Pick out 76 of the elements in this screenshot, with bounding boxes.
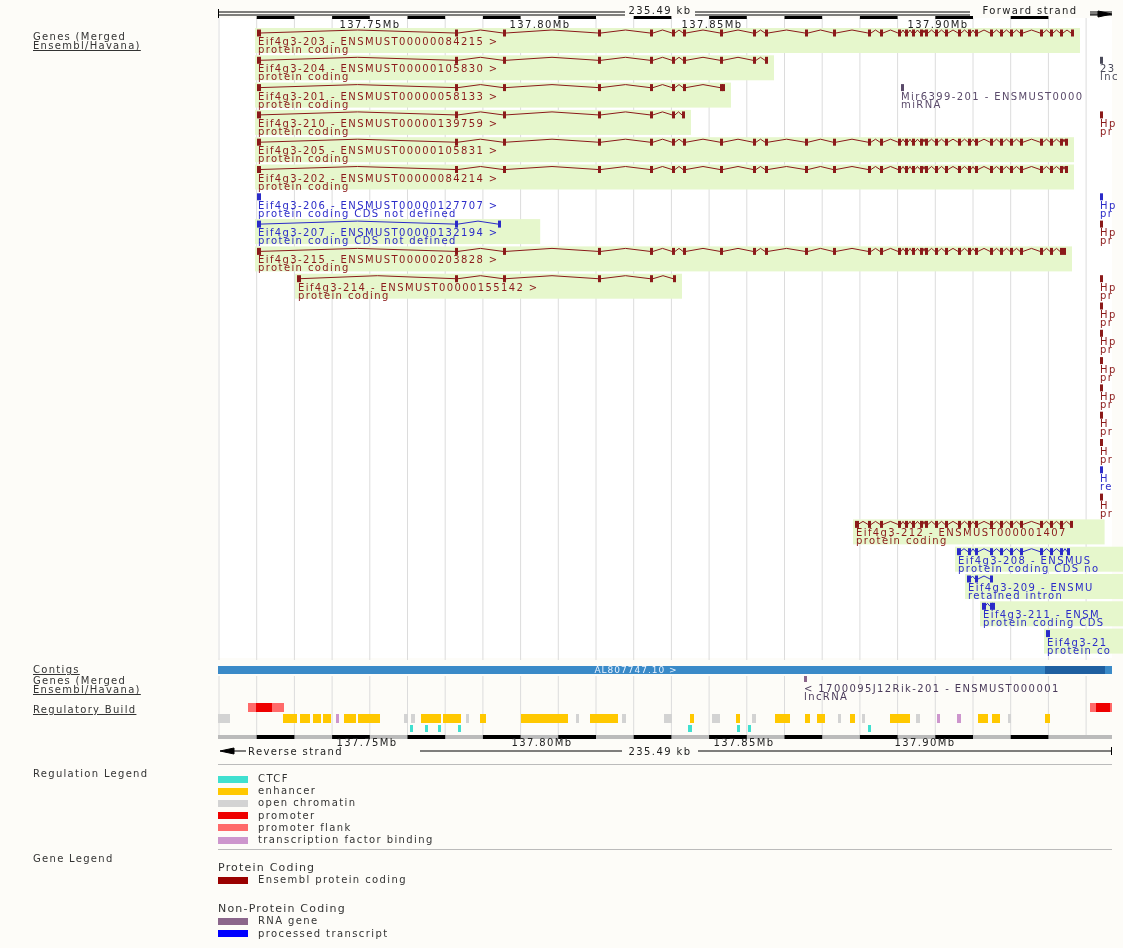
forward-arrow-icon — [1089, 10, 1113, 18]
exon-mark-icon[interactable] — [1100, 111, 1103, 119]
transcript-biotype: protein coding CDS not defined — [258, 235, 457, 247]
regulatory-features-drawing[interactable] — [218, 703, 1112, 732]
exon-mark-icon[interactable] — [1100, 220, 1103, 228]
transcript-name[interactable]: Eif4g3-21 — [1047, 636, 1108, 648]
transcript-structure-drawing[interactable] — [257, 220, 501, 228]
legend-title: Gene Legend — [32, 852, 115, 867]
transcript-structure-drawing[interactable] — [257, 166, 1068, 173]
exon-mark-icon[interactable] — [1100, 384, 1103, 392]
scale-length: 235.49 kb — [628, 746, 692, 757]
scale-tick-label: 137.75Mb — [339, 19, 401, 30]
transcript-structure-drawing[interactable] — [982, 602, 995, 610]
transcript-structure-drawing[interactable] — [257, 29, 1074, 37]
legend-group-title: Protein Coding — [218, 860, 317, 875]
legend-label: enhancer — [258, 785, 317, 798]
transcript-structure-drawing[interactable] — [257, 138, 1068, 146]
legend-label: promoter — [258, 809, 316, 822]
transcript-biotype: protein coding — [258, 44, 350, 55]
exon-mark-icon[interactable] — [1100, 275, 1103, 283]
transcript-structure-drawing[interactable] — [957, 548, 1070, 556]
gene-name[interactable]: H — [1100, 445, 1109, 457]
legend-group-title: Non-Protein Coding — [218, 901, 347, 916]
gene-name[interactable]: H — [1100, 472, 1109, 484]
transcript-biotype: protein coding — [258, 71, 350, 83]
scale-tick-label: 137.90Mb — [894, 737, 956, 748]
exon-mark-icon[interactable] — [1100, 411, 1103, 419]
transcript-structure-drawing[interactable] — [1046, 630, 1050, 638]
gene-biotype: lncRNA — [804, 691, 849, 702]
legend-label: transcription factor binding — [258, 834, 434, 847]
contig-name: AL807747.10 > — [594, 665, 678, 675]
legend-label: CTCF — [258, 773, 289, 786]
scale-tick-label: 137.85Mb — [681, 19, 743, 30]
gene-biotype: lnc — [1100, 71, 1119, 83]
exon-mark-icon[interactable] — [1100, 56, 1103, 64]
legend-label: promoter flank — [258, 821, 352, 834]
exon-mark-icon[interactable] — [1100, 302, 1103, 310]
scale-length: 235.49 kb — [628, 5, 692, 16]
scale-tick-label: 137.90Mb — [907, 19, 969, 30]
exon-mark-icon[interactable] — [1100, 357, 1103, 365]
transcript-structure-drawing[interactable] — [257, 111, 685, 119]
transcript-structure-drawing[interactable] — [257, 193, 261, 201]
exon-mark-icon[interactable] — [1100, 329, 1103, 337]
exon-mark-icon[interactable] — [1100, 466, 1103, 474]
transcript-biotype: protein coding — [258, 153, 350, 165]
transcript-biotype: protein coding — [258, 262, 350, 274]
transcript-structure-drawing[interactable] — [855, 520, 1073, 528]
legend-title: Regulation Legend — [32, 767, 150, 781]
scale-tick-label: 137.80Mb — [511, 737, 573, 748]
strand-label: Reverse strand — [248, 746, 344, 757]
legend-label: Ensembl protein coding — [258, 874, 408, 887]
transcript-structure-drawing[interactable] — [967, 575, 993, 583]
strand-label: Forward strand — [982, 5, 1078, 16]
contig-bar[interactable] — [218, 666, 1112, 674]
transcript-structure-drawing[interactable] — [257, 56, 768, 64]
legend-label: RNA gene — [258, 915, 319, 928]
transcript-structure-drawing[interactable] — [297, 275, 676, 283]
transcript-biotype: protein coding CDS — [983, 617, 1105, 629]
gene-name[interactable]: < 1700095J12Rik-201 - ENSMUST000001 — [804, 683, 1060, 694]
track-label[interactable]: Genes (Merged Ensembl/Havana) — [33, 675, 141, 695]
scale-tick-label: 137.85Mb — [713, 737, 775, 748]
exon-mark-icon[interactable] — [1100, 493, 1103, 501]
transcript-structure-drawing[interactable] — [257, 247, 1066, 255]
scale-tick-label: 137.80Mb — [509, 19, 571, 30]
transcript-structure-drawing[interactable] — [257, 84, 725, 92]
exon-mark-icon[interactable] — [1100, 193, 1103, 201]
track-label[interactable]: Regulatory Build — [33, 704, 137, 715]
transcript-biotype: protein coding — [856, 535, 948, 547]
scale-tick-label: 137.75Mb — [336, 737, 398, 748]
transcript-biotype: retained intron — [968, 590, 1064, 601]
reverse-arrow-icon — [219, 747, 247, 755]
track-label[interactable]: Genes (Merged Ensembl/Havana) — [33, 31, 141, 51]
track-label[interactable]: Contigs — [33, 664, 80, 675]
legend-label: open chromatin — [258, 797, 357, 810]
exon-mark-icon[interactable] — [901, 84, 904, 92]
legend-label: processed transcript — [258, 927, 389, 940]
